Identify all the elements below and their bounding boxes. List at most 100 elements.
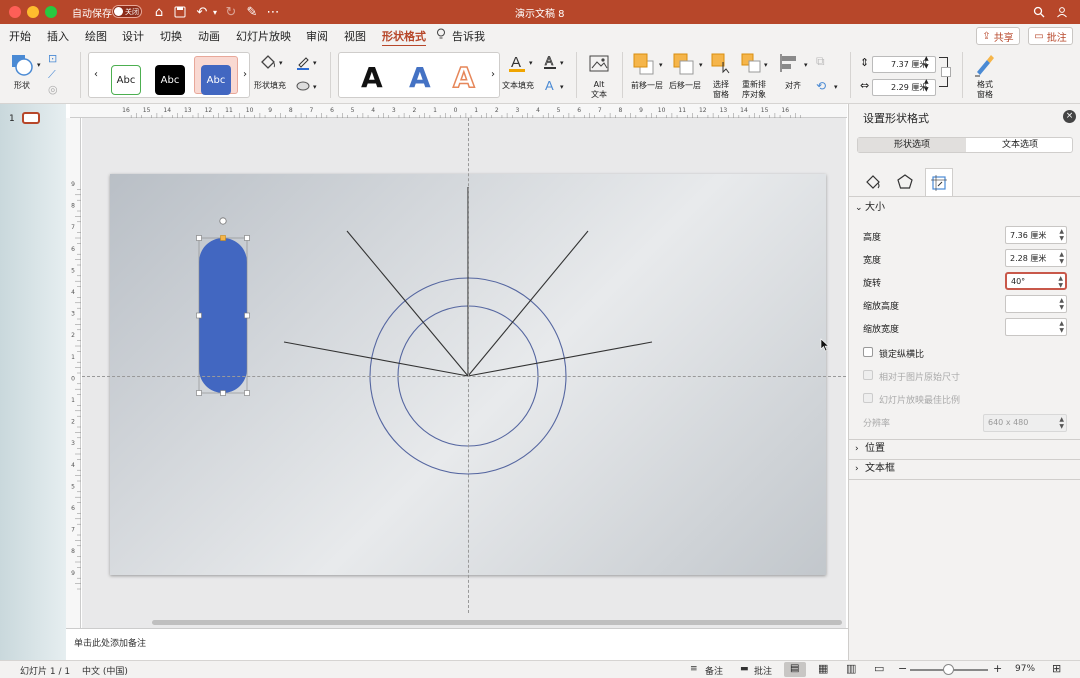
- resolution-select[interactable]: 640 x 480 ▲ ▼: [983, 414, 1067, 432]
- style-blue[interactable]: Abc: [201, 65, 231, 95]
- line-left-shallow[interactable]: [283, 341, 469, 377]
- wordart-orange[interactable]: A: [452, 62, 475, 94]
- close-window-button[interactable]: [9, 6, 21, 18]
- width-spinner-icon[interactable]: ▲ ▼: [1059, 251, 1064, 265]
- tab-review[interactable]: 审阅: [306, 28, 328, 44]
- relative-original-checkbox[interactable]: [863, 370, 873, 380]
- height-stepper-icon[interactable]: ▲ ▼: [924, 55, 929, 71]
- zoom-in-icon[interactable]: +: [993, 662, 1002, 675]
- fill-line-icon[interactable]: [859, 168, 887, 196]
- text-fill-label[interactable]: 文本填充: [502, 81, 534, 91]
- zoom-slider-thumb[interactable]: [943, 664, 954, 675]
- bring-forward-label[interactable]: 前移一层: [631, 81, 663, 91]
- tab-transitions[interactable]: 切换: [160, 28, 182, 44]
- shapes-label[interactable]: 形状: [14, 81, 30, 91]
- shape-outline-icon[interactable]: [296, 56, 310, 70]
- account-icon[interactable]: [1053, 3, 1071, 21]
- vertical-guide[interactable]: [468, 118, 469, 613]
- textbox-icon[interactable]: ⊡: [48, 52, 57, 65]
- width-stepper-icon[interactable]: ▲ ▼: [924, 78, 929, 94]
- reading-view-icon[interactable]: ▥: [846, 662, 856, 675]
- bring-forward-icon[interactable]: [632, 52, 656, 76]
- resize-handle-nw[interactable]: [196, 235, 202, 241]
- horizontal-guide[interactable]: [82, 376, 846, 377]
- slide-thumbnail[interactable]: [22, 112, 40, 124]
- slideshow-view-icon[interactable]: ▭: [874, 662, 884, 675]
- shape-fill-label[interactable]: 形状填充: [254, 81, 286, 91]
- format-pane-label[interactable]: 格式 窗格: [975, 80, 995, 100]
- rotate-dropdown-icon[interactable]: ▾: [834, 82, 838, 92]
- alt-text-label[interactable]: Alt 文本: [590, 80, 608, 100]
- scale-height-spinner-icon[interactable]: ▲ ▼: [1059, 297, 1064, 311]
- tab-design[interactable]: 设计: [122, 28, 144, 44]
- zoom-level[interactable]: 97%: [1015, 664, 1035, 674]
- style-outline[interactable]: Abc: [111, 65, 141, 95]
- tab-view[interactable]: 视图: [344, 28, 366, 44]
- edit-shape-icon[interactable]: ⟋: [48, 68, 56, 82]
- notes-toggle-label[interactable]: 备注: [705, 664, 723, 677]
- size-properties-icon[interactable]: [925, 168, 953, 196]
- effects-icon[interactable]: [891, 168, 919, 196]
- format-pane-icon[interactable]: [972, 52, 998, 78]
- save-icon[interactable]: [171, 3, 189, 21]
- selection-pane-icon[interactable]: [710, 52, 732, 74]
- selected-rounded-rectangle[interactable]: [199, 238, 247, 393]
- autosave-toggle[interactable]: 关闭: [112, 5, 142, 18]
- tab-insert[interactable]: 插入: [47, 28, 69, 44]
- resize-handle-ne[interactable]: [244, 235, 250, 241]
- notes-toggle-icon[interactable]: ≡: [690, 664, 698, 674]
- group-icon[interactable]: ⧉: [816, 54, 825, 69]
- align-icon[interactable]: [779, 52, 803, 74]
- tell-me[interactable]: 告诉我: [452, 28, 485, 44]
- redo-icon[interactable]: ↻: [222, 3, 240, 21]
- notes-area[interactable]: 单击此处添加备注: [66, 628, 848, 660]
- share-button[interactable]: ⇪ 共享: [976, 27, 1020, 45]
- shape-fill-icon[interactable]: [258, 52, 278, 72]
- comments-toggle-label[interactable]: 批注: [754, 664, 772, 677]
- wordart-blue[interactable]: A: [409, 63, 431, 93]
- textbox-section-header[interactable]: › 文本框: [849, 460, 1080, 478]
- send-backward-dropdown-icon[interactable]: ▾: [699, 60, 703, 70]
- tab-draw[interactable]: 绘图: [85, 28, 107, 44]
- shape-effects-dropdown-icon[interactable]: ▾: [313, 82, 317, 92]
- width-field[interactable]: 2.28 厘米 ▲ ▼: [1005, 249, 1067, 267]
- wordart-black[interactable]: A: [361, 63, 383, 93]
- bring-forward-dropdown-icon[interactable]: ▾: [659, 60, 663, 70]
- scale-width-spinner-icon[interactable]: ▲ ▼: [1059, 320, 1064, 334]
- resize-handle-w[interactable]: [196, 312, 202, 319]
- resize-handle-sw[interactable]: [196, 390, 202, 396]
- search-icon[interactable]: [1030, 3, 1048, 21]
- lock-aspect-icon[interactable]: [941, 67, 951, 77]
- send-backward-icon[interactable]: [672, 52, 696, 76]
- line-right-diagonal[interactable]: [467, 230, 589, 377]
- selection-pane-label[interactable]: 选择 窗格: [711, 80, 731, 100]
- resize-handle-se[interactable]: [244, 390, 250, 396]
- line-left-diagonal[interactable]: [346, 230, 469, 377]
- fit-to-window-icon[interactable]: ⊞: [1052, 662, 1061, 675]
- home-icon[interactable]: ⌂: [150, 3, 168, 21]
- text-outline-dropdown-icon[interactable]: ▾: [560, 58, 564, 68]
- horizontal-scrollbar[interactable]: [152, 620, 842, 625]
- tab-slideshow[interactable]: 幻灯片放映: [236, 28, 291, 44]
- shape-fill-dropdown-icon[interactable]: ▾: [279, 58, 283, 68]
- text-fill-dropdown-icon[interactable]: ▾: [529, 58, 533, 68]
- style-dark[interactable]: Abc: [155, 65, 185, 95]
- normal-view-button[interactable]: ▤: [784, 662, 806, 677]
- rotation-spinner-icon[interactable]: ▲ ▼: [1058, 275, 1063, 289]
- slide-sorter-icon[interactable]: ▦: [818, 662, 828, 675]
- size-section-header[interactable]: ⌄ 大小: [849, 199, 1080, 217]
- text-effects-dropdown-icon[interactable]: ▾: [560, 82, 564, 92]
- reorder-objects-label[interactable]: 重新排 序对象: [738, 80, 770, 100]
- adjust-handle[interactable]: [220, 235, 226, 241]
- align-label[interactable]: 对齐: [785, 81, 801, 91]
- line-right-shallow[interactable]: [467, 341, 653, 377]
- shape-effects-icon[interactable]: [296, 80, 310, 92]
- rotate-icon[interactable]: ⟲: [816, 79, 826, 93]
- shapes-icon[interactable]: [10, 52, 36, 78]
- position-section-header[interactable]: › 位置: [849, 440, 1080, 458]
- wordart-next-icon[interactable]: ›: [491, 69, 495, 80]
- text-effects-icon[interactable]: A: [543, 77, 557, 93]
- comments-button[interactable]: ▭ 批注: [1028, 27, 1073, 45]
- resize-handle-s[interactable]: [220, 390, 226, 396]
- scale-width-field[interactable]: ▲ ▼: [1005, 318, 1067, 336]
